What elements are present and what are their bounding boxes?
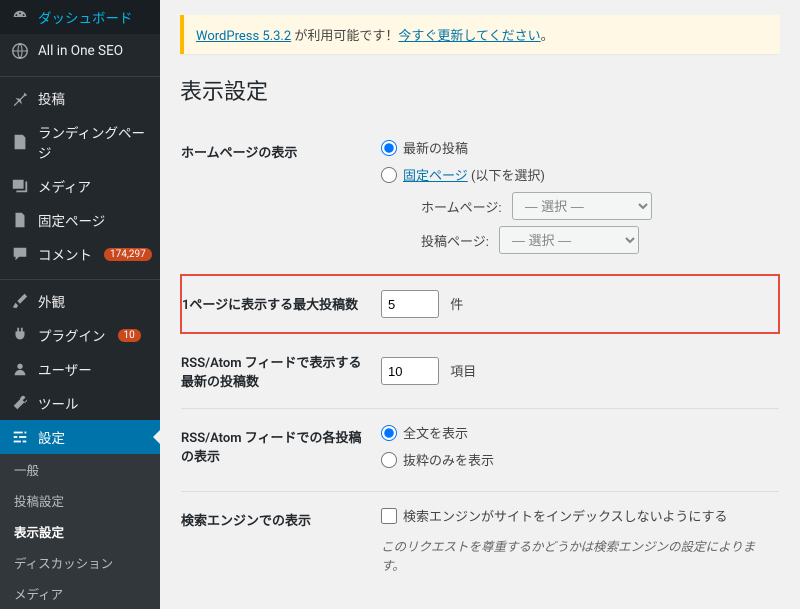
posts-page-select-label: 投稿ページ: xyxy=(421,231,489,250)
page-icon xyxy=(10,132,30,152)
sidebar-item-label: 固定ページ xyxy=(38,210,105,230)
homepage-select-row: ホームページ: — 選択 — xyxy=(421,192,769,220)
plugin-icon xyxy=(10,325,30,345)
settings-submenu: 一般 投稿設定 表示設定 ディスカッション メディア パーマリンク設定 プライバ… xyxy=(0,454,160,609)
radio-label: 抜粋のみを表示 xyxy=(403,450,494,469)
sidebar-item-label: 外観 xyxy=(38,291,65,311)
homepage-radio-group: 最新の投稿 固定ページ (以下を選択) xyxy=(381,138,769,184)
rss-full-option[interactable]: 全文を表示 xyxy=(381,423,769,442)
sidebar-item-tools[interactable]: ツール xyxy=(0,386,160,420)
radio-label-suffix: (以下を選択) xyxy=(468,169,545,184)
sidebar-item-plugins[interactable]: プラグイン 10 xyxy=(0,318,160,352)
sidebar-item-media[interactable]: メディア xyxy=(0,169,160,203)
sidebar-item-settings[interactable]: 設定 xyxy=(0,420,160,454)
sidebar-item-label: 設定 xyxy=(38,427,65,447)
posts-per-page-suffix: 件 xyxy=(450,298,463,313)
posts-per-page-label: 1ページに表示する最大投稿数 xyxy=(181,275,381,333)
sidebar-separator xyxy=(0,275,160,280)
page-icon xyxy=(10,210,30,230)
globe-icon xyxy=(10,41,30,61)
user-icon xyxy=(10,359,30,379)
tool-icon xyxy=(10,393,30,413)
sidebar-item-label: メディア xyxy=(38,176,91,196)
rss-count-input[interactable] xyxy=(381,357,439,385)
sidebar-item-pages[interactable]: 固定ページ xyxy=(0,203,160,237)
submenu-reading[interactable]: 表示設定 xyxy=(0,516,160,547)
radio-label: 最新の投稿 xyxy=(403,138,468,157)
rss-excerpt-radio[interactable] xyxy=(381,452,397,468)
sidebar-item-label: ランディングページ xyxy=(38,122,152,162)
search-engine-checkbox-label[interactable]: 検索エンジンがサイトをインデックスしないようにする xyxy=(381,506,727,525)
main-content: WordPress 5.3.2 が利用可能です！今すぐ更新してください。 表示設… xyxy=(160,0,800,609)
settings-form: ホームページの表示 最新の投稿 固定ページ (以下を選択) ホームページ: — … xyxy=(180,124,780,588)
update-notice: WordPress 5.3.2 が利用可能です！今すぐ更新してください。 xyxy=(180,15,780,54)
sidebar-item-appearance[interactable]: 外観 xyxy=(0,284,160,318)
sidebar-item-label: ダッシュボード xyxy=(38,7,133,27)
media-icon xyxy=(10,176,30,196)
comment-icon xyxy=(10,244,30,264)
search-engine-desc: このリクエストを尊重するかどうかは検索エンジンの設定によります。 xyxy=(381,536,769,574)
sidebar-item-label: ツール xyxy=(38,393,79,413)
sidebar-item-seo[interactable]: All in One SEO xyxy=(0,34,160,68)
rss-excerpt-option[interactable]: 抜粋のみを表示 xyxy=(381,450,769,469)
submenu-discussion[interactable]: ディスカッション xyxy=(0,547,160,578)
update-now-link[interactable]: 今すぐ更新してください xyxy=(398,29,540,44)
rss-display-radio-group: 全文を表示 抜粋のみを表示 xyxy=(381,423,769,469)
sidebar-item-posts[interactable]: 投稿 xyxy=(0,81,160,115)
sidebar-item-label: All in One SEO xyxy=(38,43,123,59)
static-page-link[interactable]: 固定ページ xyxy=(403,169,468,184)
dashboard-icon xyxy=(10,7,30,27)
posts-page-select[interactable]: — 選択 — xyxy=(499,226,639,254)
homepage-select[interactable]: — 選択 — xyxy=(512,192,652,220)
homepage-display-label: ホームページの表示 xyxy=(181,124,381,275)
homepage-static-option[interactable]: 固定ページ (以下を選択) xyxy=(381,165,769,184)
rss-count-suffix: 項目 xyxy=(450,365,476,380)
sidebar-item-label: 投稿 xyxy=(38,88,65,108)
page-title: 表示設定 xyxy=(180,74,780,106)
sidebar-separator xyxy=(0,72,160,77)
homepage-static-radio[interactable] xyxy=(381,167,397,183)
radio-label: 全文を表示 xyxy=(403,423,468,442)
submenu-general[interactable]: 一般 xyxy=(0,454,160,485)
pin-icon xyxy=(10,88,30,108)
search-engine-label: 検索エンジンでの表示 xyxy=(181,492,381,588)
admin-sidebar: ダッシュボード All in One SEO 投稿 ランディングページ メディア… xyxy=(0,0,160,609)
homepage-latest-option[interactable]: 最新の投稿 xyxy=(381,138,769,157)
rss-count-label: RSS/Atom フィードで表示する最新の投稿数 xyxy=(181,333,381,409)
search-engine-checkbox[interactable] xyxy=(381,508,397,524)
submenu-writing[interactable]: 投稿設定 xyxy=(0,485,160,516)
posts-page-select-row: 投稿ページ: — 選択 — xyxy=(421,226,769,254)
sidebar-item-users[interactable]: ユーザー xyxy=(0,352,160,386)
sidebar-item-label: ユーザー xyxy=(38,359,92,379)
settings-icon xyxy=(10,427,30,447)
posts-per-page-input[interactable] xyxy=(381,290,439,318)
sidebar-item-dashboard[interactable]: ダッシュボード xyxy=(0,0,160,34)
checkbox-label: 検索エンジンがサイトをインデックスしないようにする xyxy=(403,506,727,525)
rss-full-radio[interactable] xyxy=(381,425,397,441)
sidebar-item-label: プラグイン xyxy=(38,325,106,345)
notice-text: 。 xyxy=(541,29,554,44)
homepage-latest-radio[interactable] xyxy=(381,140,397,156)
homepage-select-label: ホームページ: xyxy=(421,197,502,216)
rss-display-label: RSS/Atom フィードでの各投稿の表示 xyxy=(181,409,381,492)
sidebar-item-comments[interactable]: コメント 174,297 xyxy=(0,237,160,271)
brush-icon xyxy=(10,291,30,311)
plugins-badge: 10 xyxy=(118,329,141,342)
sidebar-item-landing[interactable]: ランディングページ xyxy=(0,115,160,169)
wp-version-link[interactable]: WordPress 5.3.2 xyxy=(196,29,291,44)
comments-badge: 174,297 xyxy=(104,248,152,261)
notice-text: が利用可能です！ xyxy=(291,29,398,44)
sidebar-item-label: コメント xyxy=(38,244,92,264)
submenu-media[interactable]: メディア xyxy=(0,578,160,609)
